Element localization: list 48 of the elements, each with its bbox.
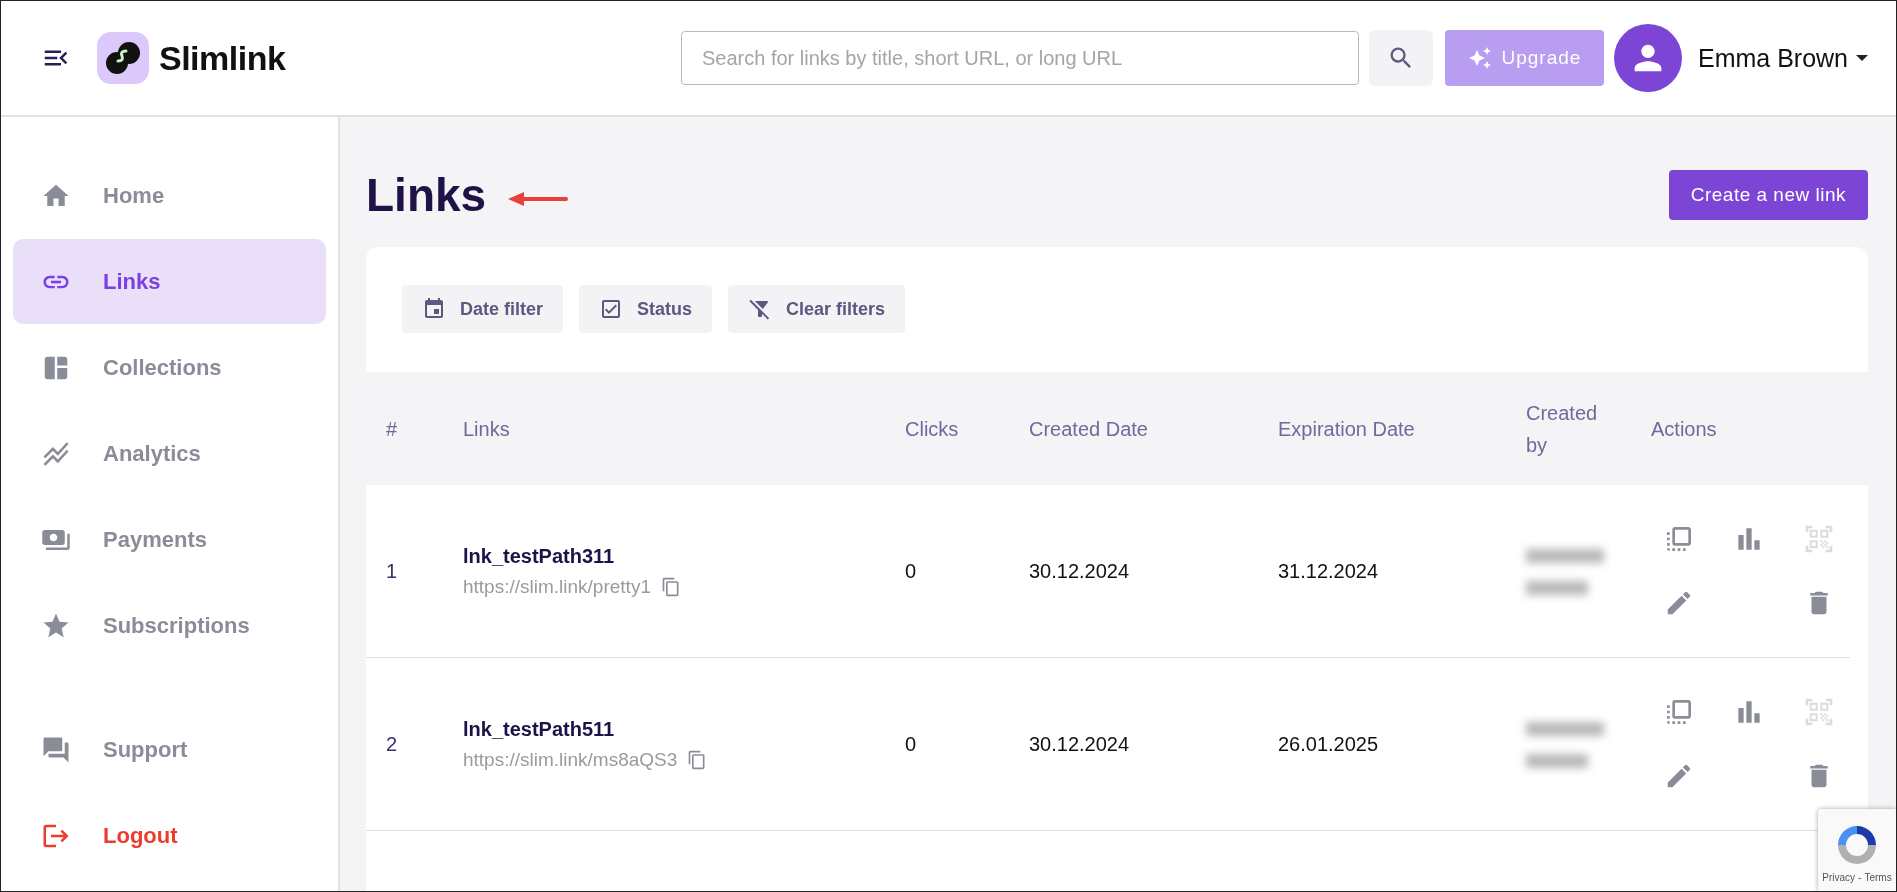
sparkle-icon [1467,46,1492,70]
table-cell-text: 30.12.2024 [1029,732,1131,756]
brand-name: Slimlink [159,38,286,78]
table-cell-text: 0 [905,559,918,583]
table-cell-text: 0 [905,732,918,756]
user-menu[interactable]: Emma Brown [1681,43,1868,73]
search-field[interactable]: Search for links by title, short URL, or long URL [680,31,1359,85]
separator: - [1858,872,1862,883]
privacy-link[interactable]: Privacy [1822,872,1856,883]
column-header: Created by [1526,400,1599,458]
column-header: Created Date [1029,416,1149,442]
logo-icon [97,32,149,84]
qr-code-icon [1803,523,1835,555]
calendar-icon [422,297,446,321]
link-title[interactable]: lnk_testPath511 [463,717,905,741]
table-cell-text: 31.12.2024 [1278,559,1380,583]
page-title: Links [366,168,487,222]
column-header: Clicks [905,416,960,442]
caret-icon [1856,55,1868,61]
filter-button[interactable]: Date filter [402,285,564,333]
annotation-arrow [506,189,569,209]
sidebar-item[interactable]: Links [13,239,326,324]
sidebar-item[interactable]: Payments [13,497,326,582]
search-button[interactable] [1368,30,1433,86]
column-header: Actions [1651,416,1718,442]
table-cell-text: 26.01.2025 [1278,732,1380,756]
create-link-button[interactable]: Create a new link [1668,170,1868,220]
short-url: https://slim.link/pretty1 [463,575,651,598]
sidebar-item[interactable]: Subscriptions [13,583,326,668]
sidebar-item[interactable]: Home [13,153,326,238]
column-header: Links [463,416,511,442]
filter-button[interactable]: Clear filters [728,285,906,333]
row-number: 2 [386,732,399,756]
table-cell-text: 30.12.2024 [1029,559,1131,583]
column-header: Expiration Date [1278,416,1416,442]
terms-link[interactable]: Terms [1864,872,1892,883]
link-title[interactable]: lnk_testPath311 [463,544,905,568]
short-url: https://slim.link/ms8aQS3 [463,748,678,771]
column-header: # [386,416,399,442]
sidebar-item[interactable]: Analytics [13,411,326,496]
sidebar-item[interactable]: Logout [13,793,326,878]
sidebar-item[interactable]: Support [13,707,326,792]
sidebar-item[interactable]: Collections [13,325,326,410]
qr-code-icon [1803,696,1835,728]
row-number: 1 [386,559,399,583]
filter-button[interactable]: Status [579,285,713,333]
copy-icon[interactable] [687,749,708,770]
copy-icon[interactable] [660,576,681,597]
